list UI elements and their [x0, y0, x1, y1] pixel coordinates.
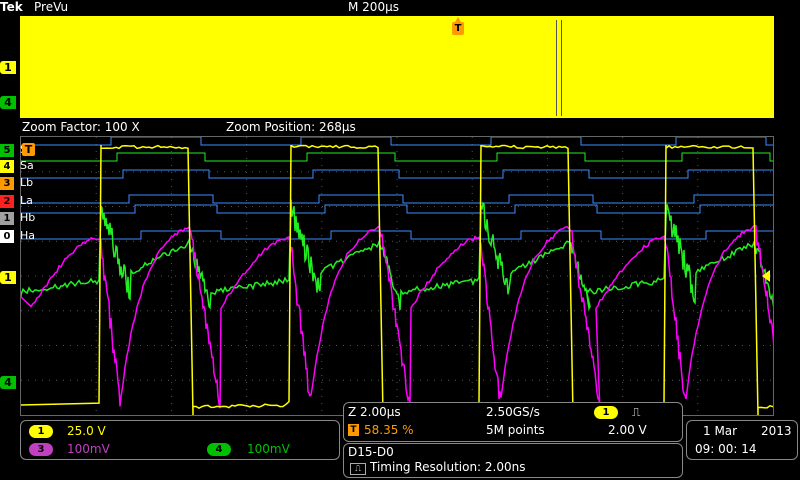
ch4-chip[interactable]: 4 — [207, 443, 231, 456]
ch4-scale: 100mV — [247, 442, 290, 456]
ch4-overview-marker[interactable]: 4 — [0, 96, 16, 109]
digital-label-hb: Hb — [20, 211, 35, 224]
zoom-window-indicator[interactable] — [556, 20, 562, 116]
year: 2013 — [761, 424, 792, 438]
digital-label-la: La — [20, 194, 33, 207]
bus-panel[interactable]: D15-D0 ⎍ Timing Resolution: 2.00ns — [343, 443, 683, 478]
trigger-position: 58.35 % — [364, 423, 414, 437]
digital-badge-0[interactable]: 0 — [0, 230, 14, 243]
trigger-position-marker[interactable]: T — [452, 22, 464, 35]
ch1-scale: 25.0 V — [67, 424, 106, 438]
datetime-panel: 1 Mar 2013 09: 00: 14 — [686, 420, 798, 460]
ch1-overview-marker[interactable]: 1 — [0, 61, 16, 74]
record-length: 5M points — [486, 423, 545, 437]
zoom-info-bar: Zoom Factor: 100 X Zoom Position: 268µs — [0, 120, 800, 136]
digital-label-sa: Sa — [20, 159, 34, 172]
digital-badge-2[interactable]: 2 — [0, 195, 14, 208]
record-overview[interactable] — [20, 16, 774, 118]
ch3-chip[interactable]: 3 — [29, 443, 53, 456]
timing-resolution: Timing Resolution: 2.00ns — [370, 460, 526, 474]
ch4-ground-marker[interactable]: 4 — [0, 376, 16, 389]
ch1-ground-marker[interactable]: 1 — [0, 271, 16, 284]
digital-label-lb: Lb — [20, 176, 33, 189]
sample-rate: 2.50GS/s — [486, 405, 540, 419]
trigger-source-chip[interactable]: 1 — [594, 406, 618, 419]
trigger-level: 2.00 V — [608, 423, 647, 437]
vertical-settings-panel[interactable]: 1 25.0 V 3 100mV 4 100mV — [20, 420, 340, 460]
ch3-scale: 100mV — [67, 442, 110, 456]
acquisition-panel[interactable]: Z 2.00µs 2.50GS/s 1 ⎍ T 58.35 % 5M point… — [343, 402, 683, 442]
digital-label-ha: Ha — [20, 229, 35, 242]
time: 09: 00: 14 — [695, 442, 757, 456]
zoom-position: Zoom Position: 268µs — [226, 120, 356, 134]
date: 1 Mar — [703, 424, 737, 438]
digital-badge-5[interactable]: 5 — [0, 144, 14, 157]
timing-icon: ⎍ — [350, 463, 366, 475]
digital-badge-1[interactable]: 1 — [0, 212, 14, 225]
digital-badge-4[interactable]: 4 — [0, 160, 14, 173]
waveform-display[interactable] — [20, 136, 774, 416]
ch1-chip[interactable]: 1 — [29, 425, 53, 438]
trigger-icon: T — [348, 424, 359, 436]
top-status-bar: Tek PreVu M 200µs — [0, 0, 800, 16]
waveform-graticule — [21, 137, 773, 415]
trigger-level-marker[interactable] — [762, 270, 770, 282]
trigger-slope-icon: ⎍ — [632, 405, 640, 420]
acquisition-mode: PreVu — [34, 0, 68, 14]
trigger-marker[interactable]: T — [22, 143, 35, 156]
digital-badge-3[interactable]: 3 — [0, 177, 14, 190]
timebase-readout[interactable]: M 200µs — [348, 0, 399, 14]
bus-name: D15-D0 — [348, 445, 394, 459]
brand-logo: Tek — [0, 0, 23, 14]
zoom-factor: Zoom Factor: 100 X — [22, 120, 140, 134]
zoom-scale: Z 2.00µs — [348, 405, 401, 419]
